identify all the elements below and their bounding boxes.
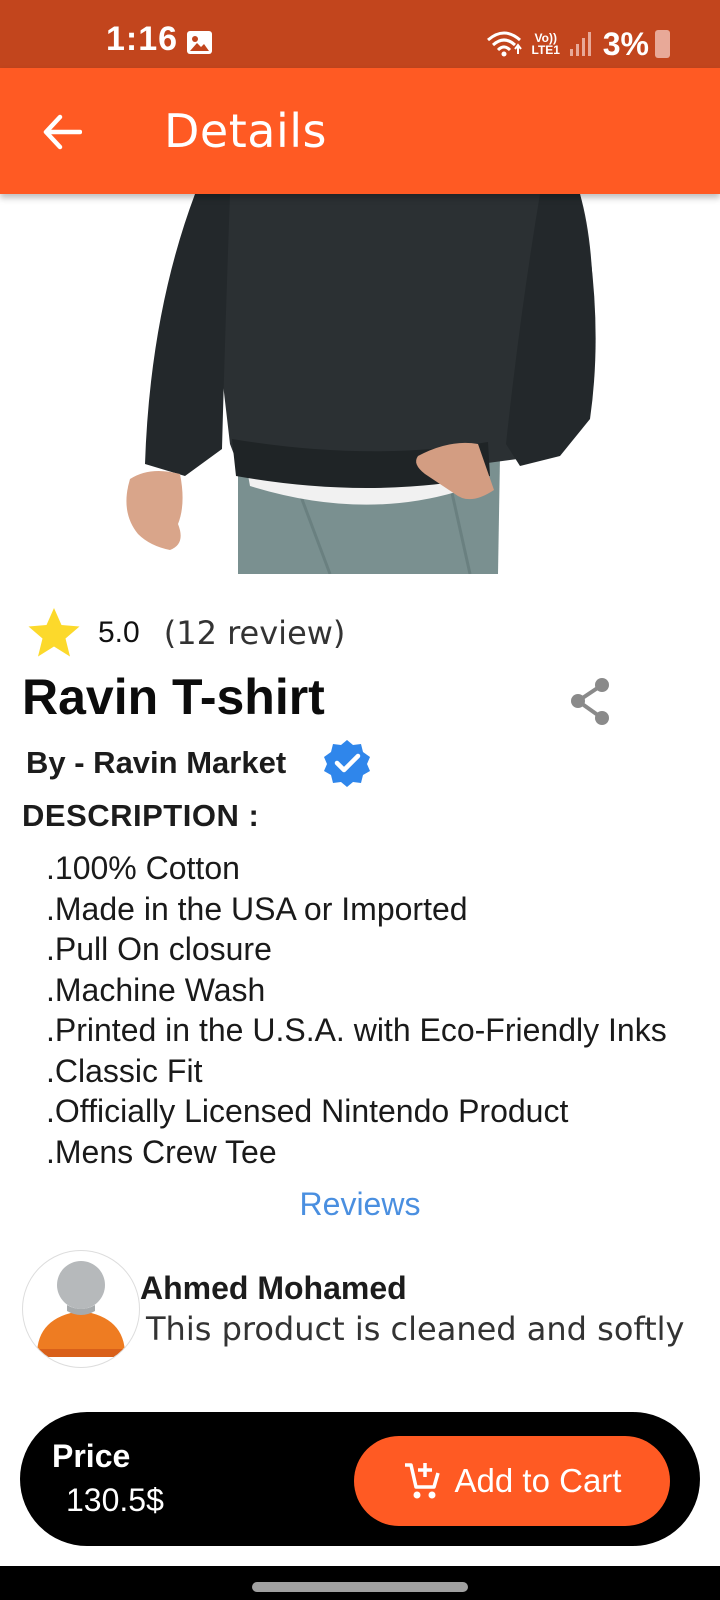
review-text: This product is cleaned and softly — [146, 1310, 685, 1348]
star-icon — [28, 608, 80, 657]
seller-name: By - Ravin Market — [26, 745, 287, 780]
app-bar: Details — [0, 68, 720, 194]
image-icon — [187, 31, 212, 54]
review-count: (12 review) — [163, 614, 346, 652]
home-indicator[interactable] — [252, 1582, 468, 1592]
description-item: .Pull On closure — [46, 931, 272, 967]
description-heading: DESCRIPTION : — [22, 798, 260, 833]
description-item: .100% Cotton — [46, 850, 240, 886]
product-title: Ravin T-shirt — [22, 669, 325, 725]
seller-row: By - Ravin Market — [26, 740, 372, 787]
rating-row: 5.0 (12 review) — [26, 608, 345, 658]
signal-icon — [569, 32, 591, 56]
product-image — [0, 194, 720, 574]
arrow-back-icon — [43, 114, 82, 150]
add-to-cart-button[interactable]: Add to Cart — [354, 1436, 670, 1526]
price-value: 130.5$ — [66, 1482, 164, 1518]
page-title: Details — [164, 104, 327, 158]
back-button[interactable] — [34, 104, 90, 160]
purchase-bar: Price 130.5$ Add to Cart — [20, 1412, 700, 1546]
share-button[interactable] — [566, 676, 614, 728]
review-item: Ahmed Mohamed This product is cleaned an… — [22, 1250, 702, 1368]
battery-percent: 3% — [602, 25, 649, 62]
description-item: .Classic Fit — [46, 1052, 203, 1089]
description-list: .100% Cotton .Made in the USA or Importe… — [46, 848, 667, 1172]
reviews-link[interactable]: Reviews — [0, 1186, 720, 1223]
user-avatar-icon — [37, 1261, 125, 1357]
share-icon — [571, 678, 609, 725]
reviewer-name: Ahmed Mohamed — [140, 1270, 407, 1306]
volte-icon: Vo)) LTE1 — [531, 31, 560, 57]
description-item: .Officially Licensed Nintendo Product — [46, 1093, 569, 1129]
verified-badge-icon — [324, 740, 371, 787]
wifi-icon — [486, 31, 522, 57]
status-bar: 1:16 Vo)) LTE1 3% — [0, 0, 720, 68]
battery-icon — [655, 30, 670, 58]
status-time: 1:16 — [106, 20, 179, 58]
status-indicators: Vo)) LTE1 3% — [485, 24, 670, 64]
price-label: Price — [52, 1438, 131, 1474]
description-item: .Mens Crew Tee — [46, 1133, 277, 1170]
add-cart-icon — [404, 1463, 440, 1499]
add-to-cart-label: Add to Cart — [454, 1462, 622, 1499]
description-item: .Printed in the U.S.A. with Eco-Friendly… — [46, 1012, 667, 1048]
system-nav-bar — [0, 1566, 720, 1600]
product-photo — [126, 194, 596, 574]
description-item: .Machine Wash — [46, 971, 266, 1008]
description-item: .Made in the USA or Imported — [46, 890, 468, 927]
avatar — [22, 1250, 140, 1368]
rating-value: 5.0 — [98, 616, 140, 649]
